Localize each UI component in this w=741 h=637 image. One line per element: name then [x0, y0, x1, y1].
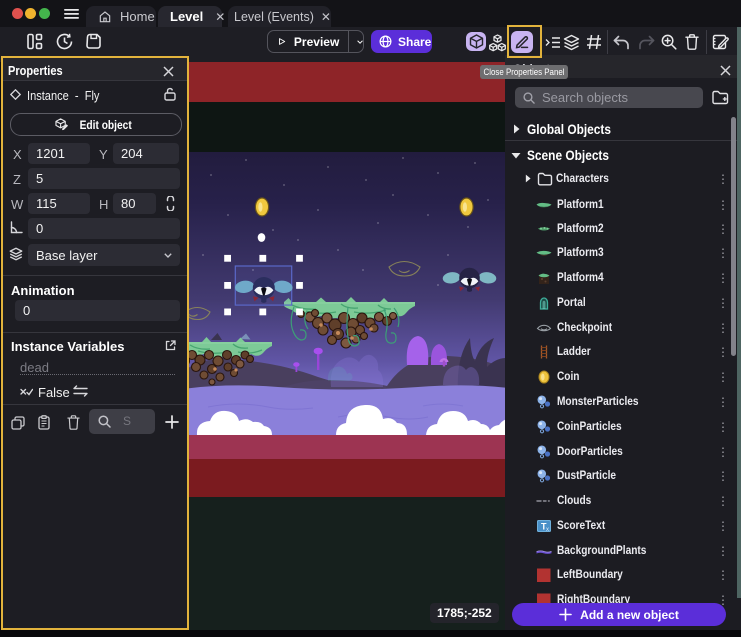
svg-text:x: x: [546, 527, 549, 533]
